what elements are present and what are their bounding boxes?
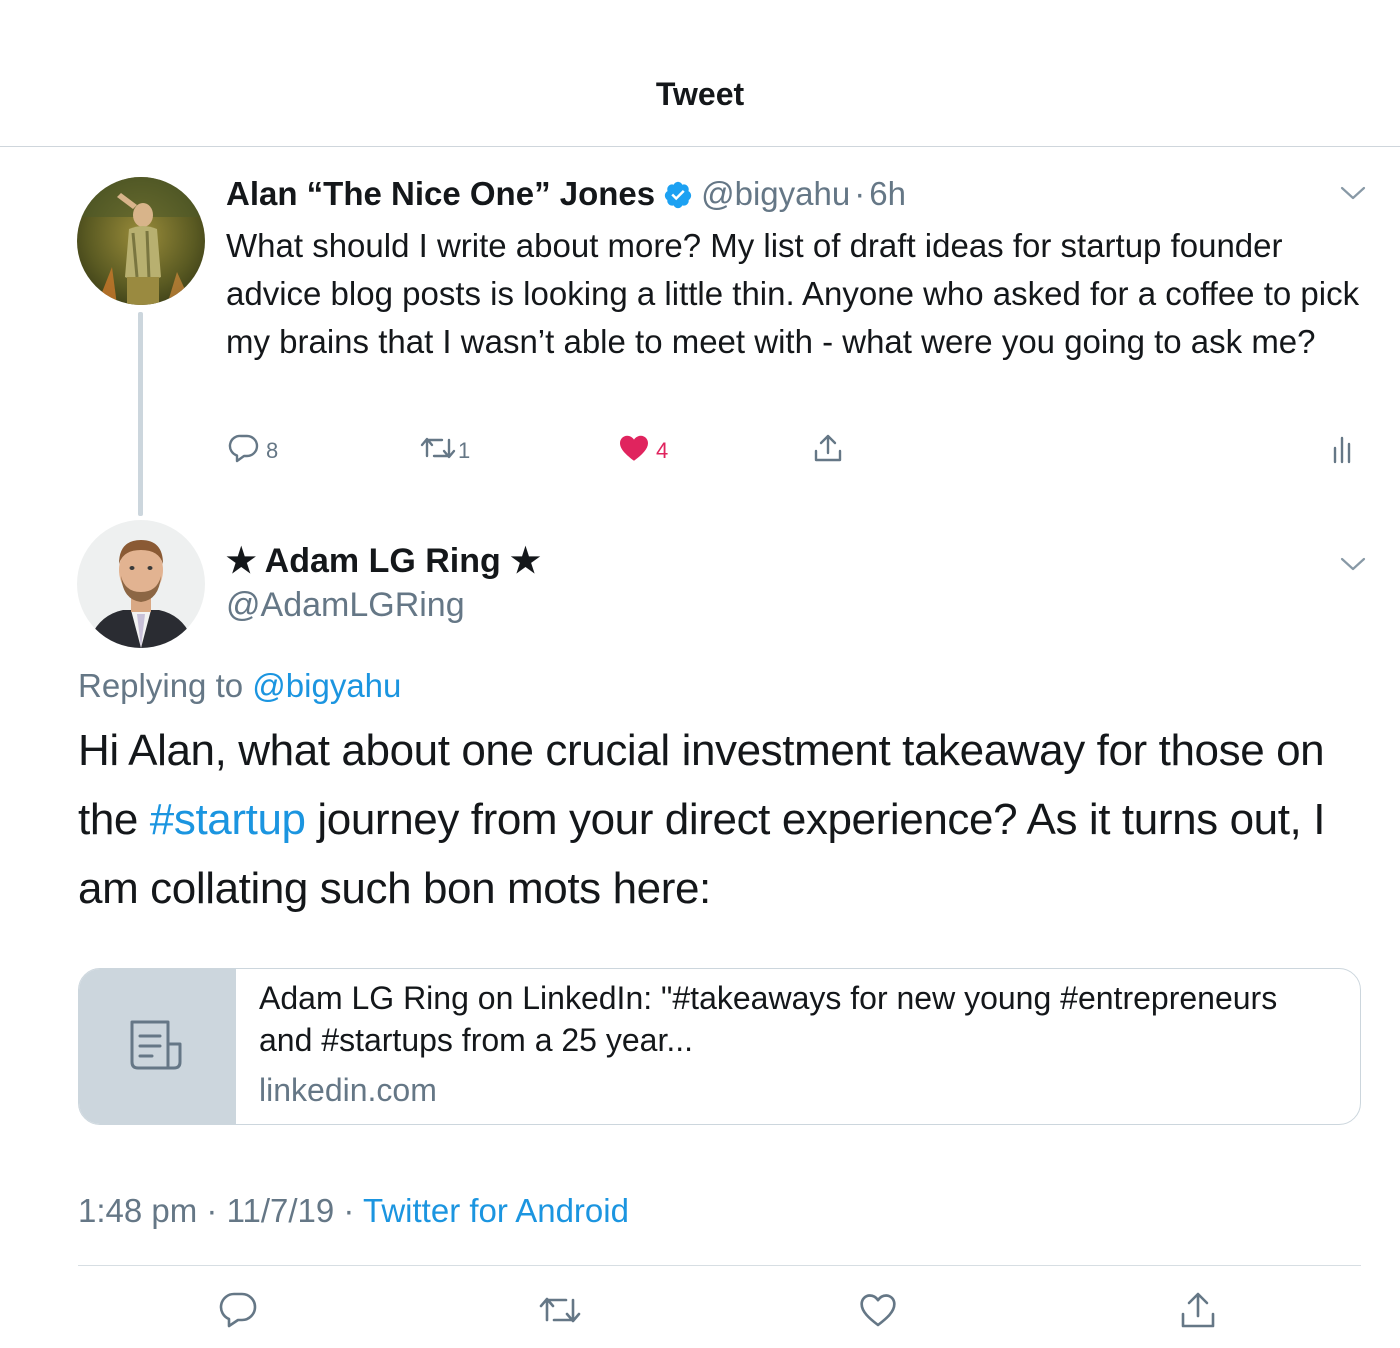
card-thumbnail	[79, 969, 236, 1124]
heart-filled-icon	[618, 432, 650, 469]
link-preview-card[interactable]: Adam LG Ring on LinkedIn: "#takeaways fo…	[78, 968, 1361, 1125]
tweet1-text: What should I write about more? My list …	[226, 227, 1360, 360]
thread-line	[138, 312, 143, 516]
tweet2-text: Hi Alan, what about one crucial investme…	[78, 716, 1368, 923]
tweet2-more-chevron-icon[interactable]	[1340, 556, 1366, 572]
card-domain: linkedin.com	[259, 1072, 437, 1108]
tweet-date: 11/7/19	[226, 1192, 335, 1229]
reply-button[interactable]	[218, 1290, 258, 1330]
avatar-adam[interactable]	[77, 520, 205, 648]
share-button[interactable]	[1178, 1290, 1218, 1330]
replying-to: Replying to @bigyahu	[78, 666, 401, 706]
like-count: 4	[656, 437, 669, 463]
reply-count: 8	[266, 437, 279, 463]
page-title: Tweet	[655, 76, 745, 112]
card-title: Adam LG Ring on LinkedIn: "#takeaways fo…	[259, 980, 1278, 1058]
replying-prefix: Replying to	[78, 667, 244, 704]
top-bar: Tweet	[0, 0, 1400, 147]
tweet-time: 1:48 pm	[78, 1192, 198, 1229]
tweet1-analytics-button[interactable]	[1332, 434, 1356, 469]
divider	[78, 1265, 1361, 1266]
tweet1-time[interactable]: 6h	[869, 175, 906, 212]
share-icon	[1178, 1292, 1218, 1334]
tweet1-share-button[interactable]	[812, 432, 844, 469]
article-icon	[128, 1018, 188, 1077]
reply-icon	[218, 1292, 258, 1334]
tweet1-author-name[interactable]: Alan “The Nice One” Jones	[226, 175, 655, 212]
tweet1-reply-button[interactable]: 8	[228, 432, 278, 469]
tweet1-header: Alan “The Nice One” Jones @bigyahu · 6h	[226, 174, 906, 219]
share-icon	[812, 432, 844, 469]
avatar-alan[interactable]	[77, 177, 205, 305]
tweet-meta: 1:48 pm · 11/7/19 · Twitter for Android	[78, 1190, 629, 1232]
like-button[interactable]	[858, 1290, 898, 1330]
tweet1-like-button[interactable]: 4	[618, 432, 668, 469]
meta-separator: ·	[206, 1192, 218, 1229]
retweet-button[interactable]	[538, 1290, 581, 1330]
analytics-icon	[1332, 434, 1356, 469]
retweet-count: 1	[458, 437, 471, 463]
verified-badge-icon	[663, 179, 693, 219]
replying-to-handle-link[interactable]: @bigyahu	[252, 667, 401, 704]
hashtag-startup-link[interactable]: #startup	[150, 795, 306, 844]
retweet-icon	[538, 1297, 582, 1334]
tweet1-separator: ·	[854, 175, 866, 212]
tweet1-retweet-button[interactable]: 1	[420, 434, 470, 467]
tweet1-handle[interactable]: @bigyahu	[701, 175, 850, 212]
meta-separator: ·	[343, 1192, 355, 1229]
tweet2-author-name[interactable]: ★ Adam LG Ring ★	[226, 540, 541, 582]
tweet1-more-chevron-icon[interactable]	[1340, 185, 1366, 201]
heart-icon	[858, 1294, 898, 1334]
tweet-source-link[interactable]: Twitter for Android	[363, 1192, 629, 1229]
retweet-icon	[420, 434, 456, 467]
tweet2-handle[interactable]: @AdamLGRing	[226, 584, 465, 626]
reply-icon	[228, 432, 260, 469]
